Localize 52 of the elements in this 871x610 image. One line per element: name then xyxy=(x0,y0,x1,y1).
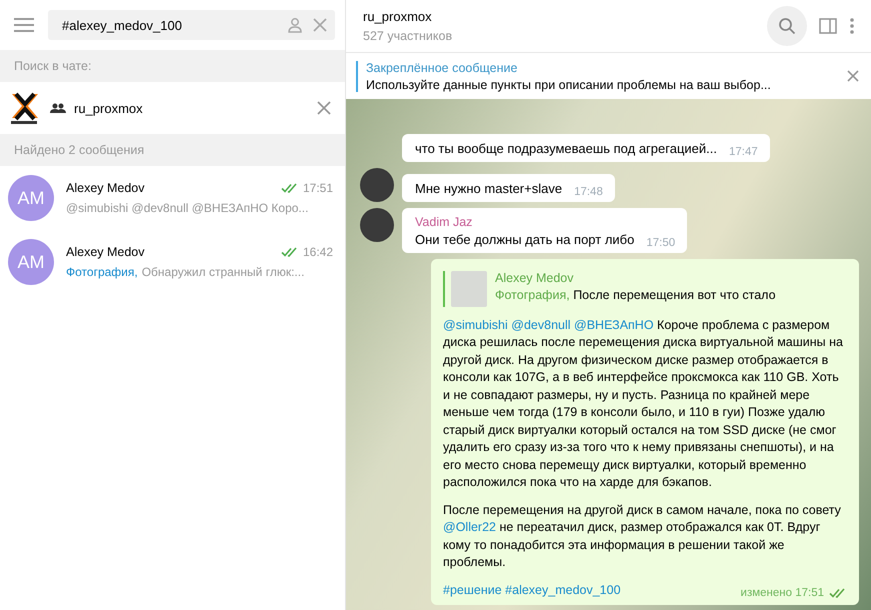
search-button[interactable] xyxy=(767,6,807,46)
section-label: Найдено 2 сообщения xyxy=(14,143,144,157)
pinned-text[interactable]: Используйте данные пункты при описании проблемы на ваш выбор... xyxy=(366,78,839,92)
avatar[interactable] xyxy=(360,208,394,242)
person-icon[interactable] xyxy=(287,17,303,33)
reply-sender: Alexey Medov xyxy=(495,270,575,284)
sender-name[interactable]: Vadim Jaz xyxy=(415,214,676,228)
message-time: 17:50 xyxy=(646,236,676,248)
message-time: 17:48 xyxy=(574,186,603,198)
media-label: Фотография, xyxy=(66,265,138,279)
link[interactable]: @ВНЕЗАпНО xyxy=(574,318,654,332)
search-result[interactable]: AM Alexey Medov 16:42 Фотография, Обнаружил странный глюк:... xyxy=(0,230,345,294)
avatar: AM xyxy=(8,239,54,285)
message-time: 17:47 xyxy=(728,146,758,158)
more-icon[interactable] xyxy=(849,17,855,35)
section-label: Поиск в чате: xyxy=(14,59,92,73)
sender-name: Alexey Medov xyxy=(66,181,146,195)
message-time: 17:51 xyxy=(302,181,333,195)
link[interactable]: #решение xyxy=(443,582,502,596)
message-text: @simubishi @dev8null @ВНЕЗАпНО Короче проблема с размером диска решилась после перемещения диска виртуальной машины на другой диск. На другом физическом диске размер отображается в консоли как 107G, а в веб интерфейсе проксмокса как 110 GB. Хоть и не совпадают размеры, ну и пусть. Разница по крайней мере меньше чем тогда (179 в консоли было, и 110 в гуи) Позже удалю старый диск виртуалки который остался на том SSD диске (не смог удалить его сразу из-за того что к нему привязаны снепшоты), и на его место снова перемещу диск виртуалки, который временно расположился пока что на харде для бэкапов. xyxy=(443,316,844,491)
avatar[interactable] xyxy=(360,168,394,202)
sidebar-toggle-icon[interactable] xyxy=(819,18,837,34)
message-text: После перемещения на другой диск в самом начале, пока по совету @Oller22 не переатачил диск, размер отображался как 0Т. Вдруг кому то понадобится эта информация в решении такой же проблемы. xyxy=(443,502,842,571)
message-time: 16:42 xyxy=(302,245,333,259)
close-icon[interactable] xyxy=(313,18,327,32)
reply-text: Фотография, После перемещения вот что стало xyxy=(495,288,776,302)
message-text: что ты вообще подразумеваешь под агрегацией... xyxy=(415,140,717,156)
link[interactable]: @dev8null xyxy=(511,318,571,332)
link[interactable]: @simubishi xyxy=(443,318,508,332)
message-text: Мне нужно master+slave xyxy=(415,180,562,196)
chat-name: ru_proxmox xyxy=(74,100,144,116)
link[interactable]: #alexey_medov_100 xyxy=(505,582,621,596)
menu-icon[interactable] xyxy=(14,18,34,32)
reply-quote[interactable]: Alexey Medov Фотография, После перемещения вот что стало xyxy=(443,270,847,306)
avatar: AM xyxy=(8,175,54,221)
message-preview: Обнаружил странный глюк:... xyxy=(142,265,304,279)
sender-name: Alexey Medov xyxy=(66,245,146,259)
search-input[interactable]: #alexey_medov_100 xyxy=(60,16,277,34)
photo-placeholder xyxy=(451,270,487,306)
search-icon xyxy=(778,17,796,35)
message-text: Они тебе должны дать на порт либо xyxy=(415,232,634,246)
close-icon[interactable] xyxy=(847,70,859,82)
close-icon[interactable] xyxy=(317,101,331,115)
pinned-label[interactable]: Закреплённое сообщение xyxy=(366,60,839,74)
search-field[interactable]: #alexey_medov_100 xyxy=(48,10,335,40)
message-preview: @simubishi @dev8null @ВНЕЗАпНО Коро... xyxy=(66,201,308,215)
edited-time: изменено 17:51 xyxy=(740,587,824,599)
member-count: 527 участников xyxy=(363,29,454,43)
search-result[interactable]: AM Alexey Medov 17:51 @simubishi @dev8null @ВНЕЗАпНО Коро... xyxy=(0,166,345,230)
link[interactable]: @Oller22 xyxy=(443,520,496,534)
chat-title: ru_proxmox xyxy=(363,9,433,24)
group-icon xyxy=(50,103,66,113)
